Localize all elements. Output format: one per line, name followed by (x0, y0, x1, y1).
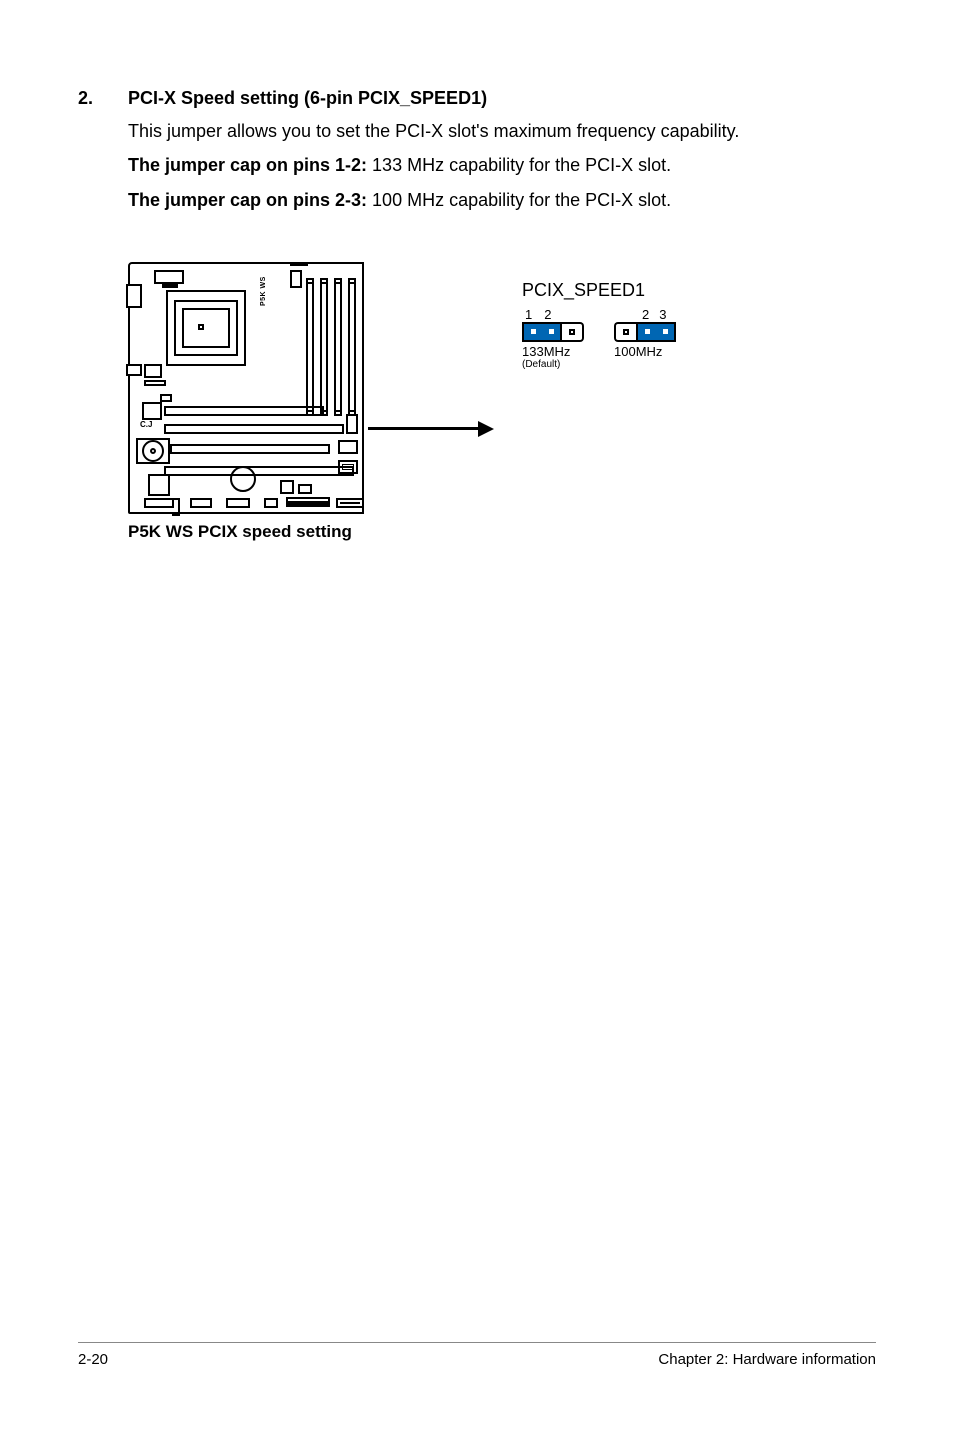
bottom-left-block (148, 474, 170, 496)
diagram-section: P5K WS C.J (128, 262, 876, 542)
bottom-connector (226, 498, 250, 508)
right-connector (338, 440, 358, 454)
section-title: PCI-X Speed setting (6-pin PCIX_SPEED1) (128, 88, 487, 109)
jumper-label-right: 100MHz (614, 344, 676, 359)
motherboard-diagram: P5K WS C.J (128, 262, 364, 514)
bottom-connector (286, 501, 330, 507)
left-port-3 (144, 364, 162, 378)
page-footer: 2-20 Chapter 2: Hardware information (78, 1342, 876, 1368)
chapter-label: Chapter 2: Hardware information (658, 1351, 876, 1368)
jumper-pins-right (614, 322, 676, 342)
pin-numbers-right: 2 3 (614, 307, 676, 322)
left-port-3b (144, 380, 166, 386)
cpu-socket (166, 290, 246, 366)
mobo-column: P5K WS C.J (128, 262, 364, 542)
pin-num: 1 (525, 307, 532, 322)
expansion-slot (164, 466, 354, 476)
diagram-caption: P5K WS PCIX speed setting (128, 522, 364, 542)
jumper-title: PCIX_SPEED1 (522, 280, 676, 301)
pin-num: 3 (659, 307, 666, 322)
diagram-row: P5K WS C.J (128, 262, 676, 542)
open-pin-icon (562, 322, 584, 342)
pins23-rest: 100 MHz capability for the PCI-X slot. (367, 190, 671, 210)
section-number: 2. (78, 88, 128, 109)
pin-square (623, 329, 629, 335)
jumper-block: PCIX_SPEED1 1 2 (522, 280, 676, 370)
pin-num: 2 (544, 307, 551, 322)
pin-num: 2 (642, 307, 649, 322)
pin-dot (645, 329, 650, 334)
cpu-inner (182, 308, 230, 348)
cpu-mid (174, 300, 238, 356)
jumper-group-left: 1 2 133MHz (Default) (522, 307, 584, 370)
pin-dot (663, 329, 668, 334)
cj-label: C.J (140, 420, 152, 429)
ram-slot (306, 282, 314, 412)
bottom-connector (190, 498, 212, 508)
pins12-text: The jumper cap on pins 1-2: 133 MHz capa… (128, 153, 876, 177)
pins23-bold: The jumper cap on pins 2-3: (128, 190, 367, 210)
jumper-label-left: 133MHz (522, 344, 584, 359)
jumper-group-right: 2 3 100MHz (614, 307, 676, 370)
pin-dot (549, 329, 554, 334)
pointer-arrow (368, 421, 494, 437)
jumper-detail: PCIX_SPEED1 1 2 (364, 262, 676, 542)
bottom-connector (264, 498, 278, 508)
top-connector-1 (154, 270, 184, 284)
jumper-row: 1 2 133MHz (Default) (522, 307, 676, 370)
ram-slot (334, 282, 342, 412)
left-port-1 (126, 284, 142, 308)
expansion-slot (170, 444, 330, 454)
right-connector (346, 414, 358, 434)
ram-slot (348, 282, 356, 412)
pins23-text: The jumper cap on pins 2-3: 100 MHz capa… (128, 188, 876, 212)
bottom-connector (144, 498, 174, 508)
jumper-pins-left (522, 322, 584, 342)
top-connector-2-lip (290, 264, 308, 266)
board-model-label: P5K WS (260, 276, 267, 306)
jumper-default-label: (Default) (522, 359, 584, 370)
ram-slot (320, 282, 328, 412)
top-connector-2 (290, 270, 302, 288)
arrow-head-icon (478, 421, 494, 437)
left-port-4 (160, 394, 172, 402)
pin-square (569, 329, 575, 335)
south-chip (230, 466, 256, 492)
cpu-pin (198, 324, 204, 330)
left-port-2 (126, 364, 142, 376)
jumper-cap-icon (522, 322, 562, 342)
intro-text: This jumper allows you to set the PCI-X … (128, 119, 876, 143)
expansion-slot (164, 424, 344, 434)
section-heading: 2. PCI-X Speed setting (6-pin PCIX_SPEED… (78, 88, 876, 109)
pin-numbers-left: 1 2 (522, 307, 584, 322)
arrow-line (368, 427, 478, 430)
mid-block (142, 402, 162, 420)
open-pin-icon (614, 322, 636, 342)
expansion-slot (164, 406, 324, 416)
bottom-connector (336, 498, 364, 508)
bottom-block-c (298, 484, 312, 494)
bottom-block (280, 480, 294, 494)
pins12-rest: 133 MHz capability for the PCI-X slot. (367, 155, 671, 175)
jumper-cap-icon (636, 322, 676, 342)
chip-circle (142, 440, 164, 462)
page-content: 2. PCI-X Speed setting (6-pin PCIX_SPEED… (0, 0, 954, 542)
right-connector (338, 460, 358, 474)
pin-dot (531, 329, 536, 334)
pins12-bold: The jumper cap on pins 1-2: (128, 155, 367, 175)
page-number: 2-20 (78, 1351, 108, 1368)
